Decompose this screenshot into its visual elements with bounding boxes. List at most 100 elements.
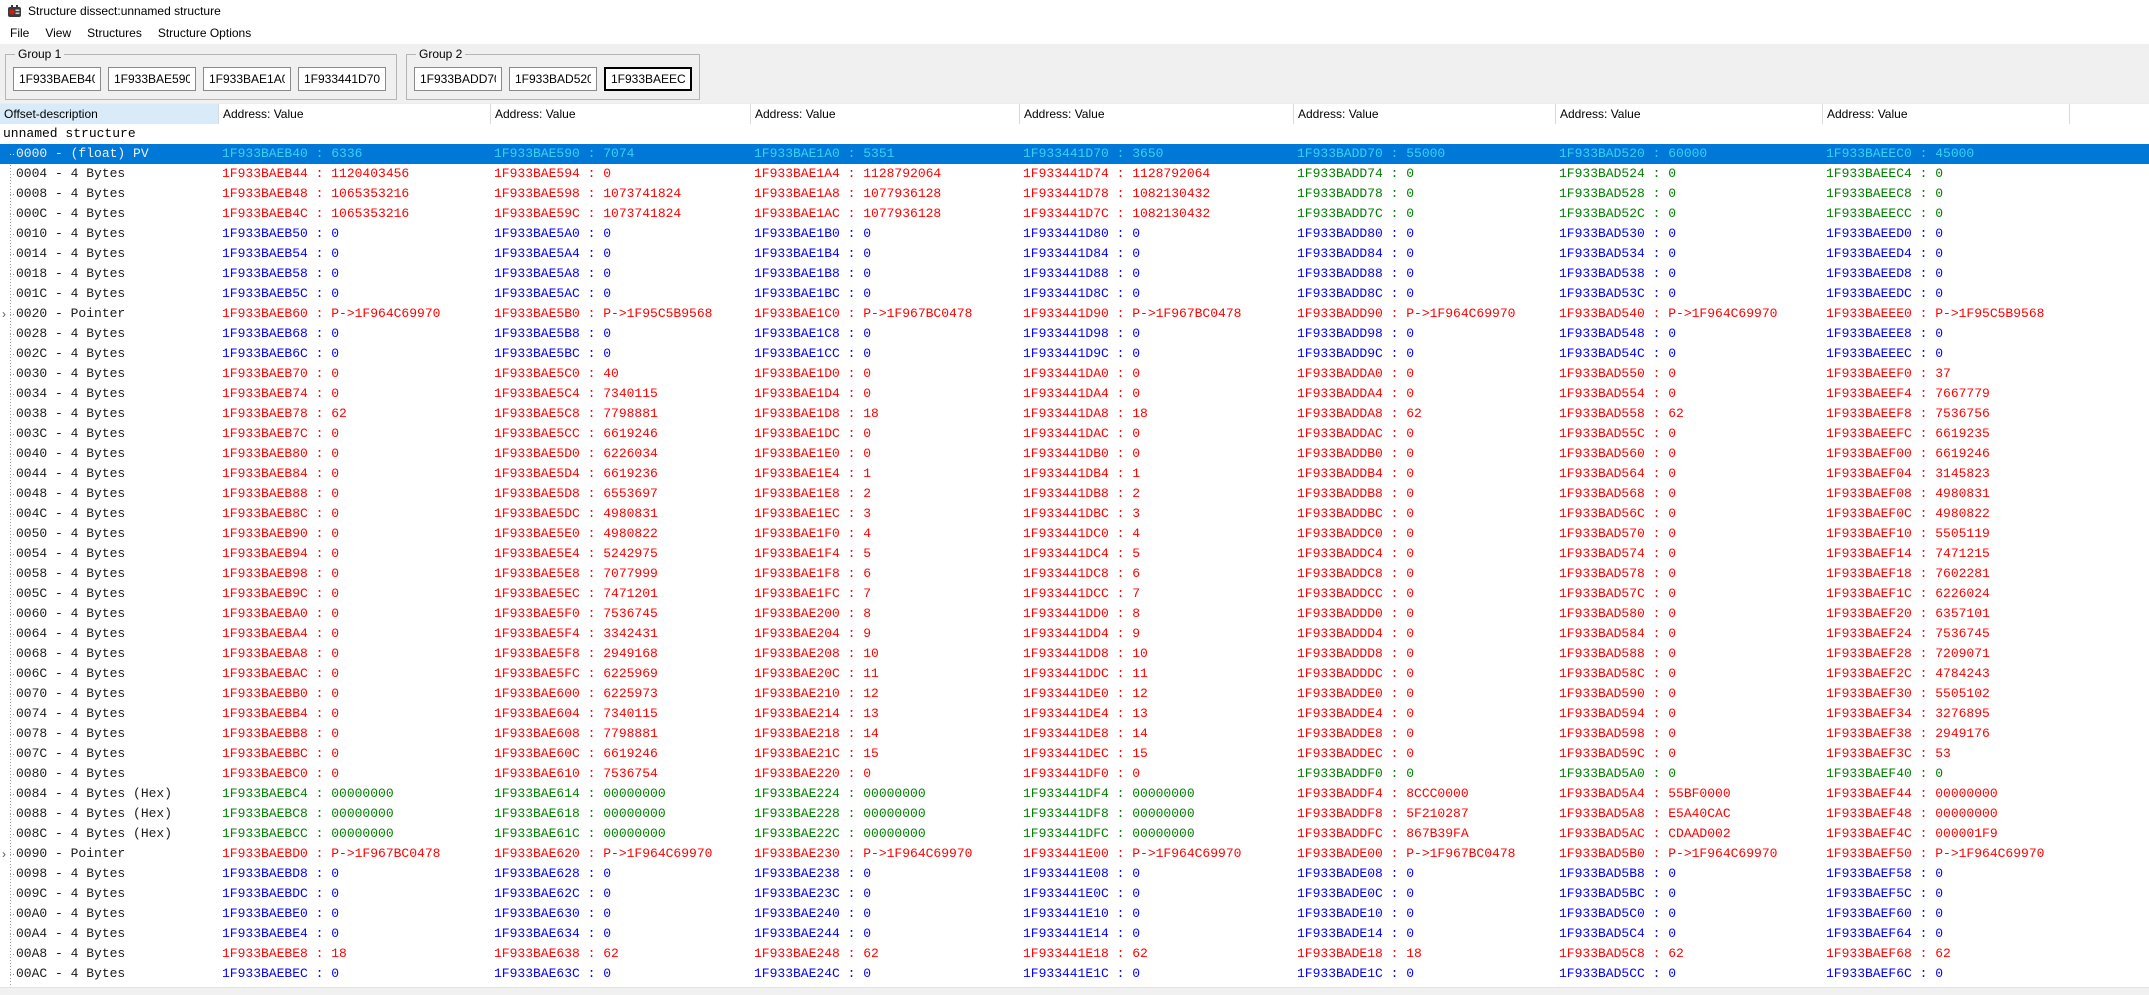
value-cell[interactable]: 1F933BAEBA8 : 0 [219, 644, 491, 664]
value-cell[interactable]: 1F933441E14 : 0 [1020, 924, 1294, 944]
value-cell[interactable]: 1F933BADDB8 : 0 [1294, 484, 1556, 504]
value-cell[interactable]: 1F933BAE1A8 : 1077936128 [751, 184, 1020, 204]
value-cell[interactable]: 1F933BADDFC : 867B39FA [1294, 824, 1556, 844]
value-cell[interactable]: 1F933BADD78 : 0 [1294, 184, 1556, 204]
value-cell[interactable]: 1F933BADD70 : 55000 [1294, 144, 1556, 164]
value-cell[interactable]: 1F933BAD550 : 0 [1556, 364, 1823, 384]
table-row[interactable]: 0080 - 4 Bytes1F933BAEBC0 : 01F933BAE610… [0, 764, 2149, 784]
address-value-header-5[interactable]: Address: Value [1294, 104, 1556, 124]
group1-address-input-3[interactable] [203, 67, 291, 91]
value-cell[interactable]: 1F933BAD53C : 0 [1556, 284, 1823, 304]
value-cell[interactable]: 1F933441D70 : 3650 [1020, 144, 1294, 164]
value-cell[interactable]: 1F933BAE22C : 00000000 [751, 824, 1020, 844]
value-cell[interactable]: 1F933BAEB6C : 0 [219, 344, 491, 364]
value-cell[interactable]: 1F933BAE240 : 0 [751, 904, 1020, 924]
value-cell[interactable]: 1F933BAEF68 : 62 [1823, 944, 2070, 964]
value-cell[interactable]: 1F933BAEF60 : 0 [1823, 904, 2070, 924]
offset-cell[interactable]: 0098 - 4 Bytes [0, 864, 219, 884]
value-cell[interactable]: 1F933BAEF40 : 0 [1823, 764, 2070, 784]
value-cell[interactable]: 1F933441D74 : 1128792064 [1020, 164, 1294, 184]
value-cell[interactable]: 1F933441DFC : 00000000 [1020, 824, 1294, 844]
value-cell[interactable]: 1F933BAE5D4 : 6619236 [491, 464, 751, 484]
value-cell[interactable]: 1F933BAD5C8 : 62 [1556, 944, 1823, 964]
value-cell[interactable]: 1F933BAEEF4 : 7667779 [1823, 384, 2070, 404]
expand-icon[interactable]: › [2, 844, 6, 864]
offset-cell[interactable]: 00A4 - 4 Bytes [0, 924, 219, 944]
group2-address-input-1[interactable] [414, 67, 502, 91]
value-cell[interactable]: 1F933BAE1D0 : 0 [751, 364, 1020, 384]
value-cell[interactable]: 1F933BAD57C : 0 [1556, 584, 1823, 604]
value-cell[interactable]: 1F933BADD9C : 0 [1294, 344, 1556, 364]
value-cell[interactable]: 1F933BAEB40 : 6336 [219, 144, 491, 164]
offset-cell[interactable]: 0058 - 4 Bytes [0, 564, 219, 584]
table-row[interactable]: 0048 - 4 Bytes1F933BAEB88 : 01F933BAE5D8… [0, 484, 2149, 504]
value-cell[interactable]: 1F933BAD560 : 0 [1556, 444, 1823, 464]
table-row[interactable]: ›0020 - Pointer1F933BAEB60 : P->1F964C69… [0, 304, 2149, 324]
value-cell[interactable]: 1F933BAE1FC : 7 [751, 584, 1020, 604]
value-cell[interactable]: 1F933BAEB84 : 0 [219, 464, 491, 484]
value-cell[interactable]: 1F933BAE63C : 0 [491, 964, 751, 984]
value-cell[interactable]: 1F933BAEB58 : 0 [219, 264, 491, 284]
value-cell[interactable]: 1F933BAD5A0 : 0 [1556, 764, 1823, 784]
table-row[interactable]: ›0090 - Pointer1F933BAEBD0 : P->1F967BC0… [0, 844, 2149, 864]
horizontal-scrollbar[interactable] [0, 987, 2149, 995]
value-cell[interactable]: 1F933BAEBE0 : 0 [219, 904, 491, 924]
value-cell[interactable]: 1F933BAE62C : 0 [491, 884, 751, 904]
table-row[interactable]: 0028 - 4 Bytes1F933BAEB68 : 01F933BAE5B8… [0, 324, 2149, 344]
value-cell[interactable]: 1F933BAE1A0 : 5351 [751, 144, 1020, 164]
offset-cell[interactable]: 0008 - 4 Bytes [0, 184, 219, 204]
value-cell[interactable]: 1F933441E0C : 0 [1020, 884, 1294, 904]
value-cell[interactable]: 1F933BAD59C : 0 [1556, 744, 1823, 764]
offset-cell[interactable]: 0078 - 4 Bytes [0, 724, 219, 744]
value-cell[interactable]: 1F933BAE5E8 : 7077999 [491, 564, 751, 584]
value-cell[interactable]: 1F933BAE598 : 1073741824 [491, 184, 751, 204]
value-cell[interactable]: 1F933441DB4 : 1 [1020, 464, 1294, 484]
value-cell[interactable]: 1F933441DA4 : 0 [1020, 384, 1294, 404]
value-cell[interactable]: 1F933BAEF50 : P->1F964C69970 [1823, 844, 2070, 864]
value-cell[interactable]: 1F933BADDD4 : 0 [1294, 624, 1556, 644]
menu-structure-options[interactable]: Structure Options [150, 23, 259, 43]
value-cell[interactable]: 1F933BAD590 : 0 [1556, 684, 1823, 704]
value-cell[interactable]: 1F933BAD578 : 0 [1556, 564, 1823, 584]
value-cell[interactable]: 1F933BAE600 : 6225973 [491, 684, 751, 704]
value-cell[interactable]: 1F933BAE224 : 00000000 [751, 784, 1020, 804]
offset-cell[interactable]: 0070 - 4 Bytes [0, 684, 219, 704]
address-value-header-3[interactable]: Address: Value [751, 104, 1020, 124]
value-cell[interactable]: 1F933BAEF30 : 5505102 [1823, 684, 2070, 704]
value-cell[interactable]: 1F933BAE5B8 : 0 [491, 324, 751, 344]
value-cell[interactable]: 1F933BAE20C : 11 [751, 664, 1020, 684]
value-cell[interactable]: 1F933BAEF48 : 00000000 [1823, 804, 2070, 824]
value-cell[interactable]: 1F933BAD554 : 0 [1556, 384, 1823, 404]
value-cell[interactable]: 1F933BAEF5C : 0 [1823, 884, 2070, 904]
address-value-header-6[interactable]: Address: Value [1556, 104, 1823, 124]
value-cell[interactable]: 1F933BAE248 : 62 [751, 944, 1020, 964]
offset-cell[interactable]: 0044 - 4 Bytes [0, 464, 219, 484]
value-cell[interactable]: 1F933BAD568 : 0 [1556, 484, 1823, 504]
value-cell[interactable]: 1F933BAE5B0 : P->1F95C5B9568 [491, 304, 751, 324]
value-cell[interactable]: 1F933BAEB60 : P->1F964C69970 [219, 304, 491, 324]
offset-cell[interactable]: 007C - 4 Bytes [0, 744, 219, 764]
value-cell[interactable]: 1F933BAEEC0 : 45000 [1823, 144, 2070, 164]
value-cell[interactable]: 1F933BADDC8 : 0 [1294, 564, 1556, 584]
address-value-header-4[interactable]: Address: Value [1020, 104, 1294, 124]
value-cell[interactable]: 1F933BAD5B8 : 0 [1556, 864, 1823, 884]
value-cell[interactable]: 1F933BAE614 : 00000000 [491, 784, 751, 804]
value-cell[interactable]: 1F933BAE1E4 : 1 [751, 464, 1020, 484]
value-cell[interactable]: 1F933441DDC : 11 [1020, 664, 1294, 684]
value-cell[interactable]: 1F933BAEEE0 : P->1F95C5B9568 [1823, 304, 2070, 324]
value-cell[interactable]: 1F933BAEF38 : 2949176 [1823, 724, 2070, 744]
offset-cell[interactable]: 0038 - 4 Bytes [0, 404, 219, 424]
table-row[interactable]: 004C - 4 Bytes1F933BAEB8C : 01F933BAE5DC… [0, 504, 2149, 524]
value-cell[interactable]: 1F933441E1C : 0 [1020, 964, 1294, 984]
table-row[interactable]: 00A4 - 4 Bytes1F933BAEBE4 : 01F933BAE634… [0, 924, 2149, 944]
value-cell[interactable]: 1F933BAD520 : 60000 [1556, 144, 1823, 164]
table-row[interactable]: 0018 - 4 Bytes1F933BAEB58 : 01F933BAE5A8… [0, 264, 2149, 284]
value-cell[interactable]: 1F933BAEBE4 : 0 [219, 924, 491, 944]
value-cell[interactable]: 1F933BAE5D8 : 6553697 [491, 484, 751, 504]
value-cell[interactable]: 1F933BAE1BC : 0 [751, 284, 1020, 304]
value-cell[interactable]: 1F933441E10 : 0 [1020, 904, 1294, 924]
value-cell[interactable]: 1F933BAD574 : 0 [1556, 544, 1823, 564]
value-cell[interactable]: 1F933BAD5A4 : 55BF0000 [1556, 784, 1823, 804]
value-cell[interactable]: 1F933BADDD0 : 0 [1294, 604, 1556, 624]
value-cell[interactable]: 1F933BAE1E8 : 2 [751, 484, 1020, 504]
